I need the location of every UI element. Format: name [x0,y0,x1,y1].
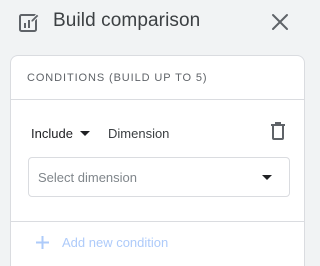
divider [11,221,304,222]
panel-header: Build comparison [0,0,314,44]
condition-type-label: Dimension [108,126,170,141]
include-dropdown[interactable]: Include [31,125,90,141]
include-label: Include [31,125,73,141]
edit-chart-icon [19,13,40,32]
add-condition-label: Add new condition [62,234,169,250]
delete-icon[interactable] [270,122,286,140]
add-condition-button[interactable]: Add new condition [35,233,168,251]
caret-down-icon [262,175,272,180]
conditions-header: CONDITIONS (BUILD UP TO 5) [11,56,304,100]
close-icon[interactable] [268,10,292,34]
caret-down-icon [79,130,90,136]
dimension-select[interactable]: Select dimension [28,157,290,197]
conditions-card: CONDITIONS (BUILD UP TO 5) Include Dimen… [10,55,305,266]
panel-title: Build comparison [53,10,201,31]
plus-icon [36,235,49,249]
dimension-select-placeholder: Select dimension [38,170,137,185]
conditions-heading: CONDITIONS (BUILD UP TO 5) [27,72,208,84]
